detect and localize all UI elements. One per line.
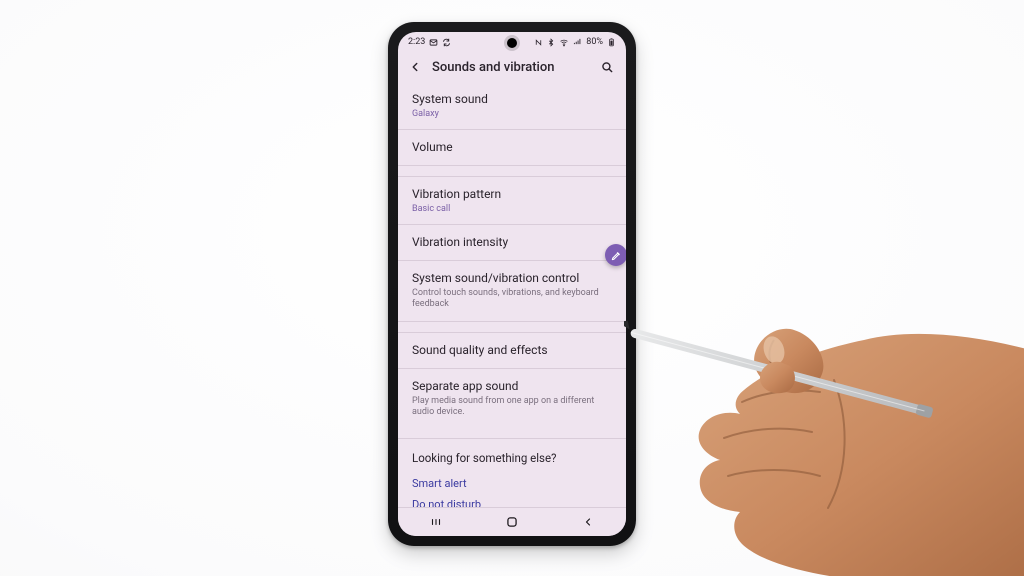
footer-more-settings: Looking for something else? Smart alert … [398, 439, 626, 508]
phone-frame: 2:23 [388, 22, 636, 546]
link-do-not-disturb[interactable]: Do not disturb [412, 494, 612, 508]
app-bar: Sounds and vibration [398, 52, 626, 86]
battery-icon [607, 38, 616, 47]
row-system-sound[interactable]: System sound Galaxy [398, 82, 626, 130]
navigation-bar [398, 507, 626, 536]
row-vibration-pattern[interactable]: Vibration pattern Basic call [398, 177, 626, 225]
bluetooth-icon [547, 38, 555, 47]
row-vibration-intensity[interactable]: Vibration intensity [398, 225, 626, 261]
row-description: Control touch sounds, vibrations, and ke… [412, 288, 612, 311]
row-system-sound-vibration-control[interactable]: System sound/vibration control Control t… [398, 261, 626, 322]
wifi-icon [559, 38, 569, 47]
link-smart-alert[interactable]: Smart alert [412, 473, 612, 494]
hand-with-stylus [624, 270, 1024, 576]
section-gap [398, 166, 626, 177]
status-clock: 2:23 [408, 37, 425, 47]
row-subtitle: Basic call [412, 204, 612, 214]
row-subtitle: Galaxy [412, 109, 612, 119]
nav-back-button[interactable] [574, 508, 602, 536]
nav-recents-button[interactable] [422, 508, 450, 536]
row-label: System sound [412, 92, 612, 107]
spen-air-command-fab[interactable] [605, 244, 626, 266]
settings-list[interactable]: System sound Galaxy Volume Vibration pat… [398, 82, 626, 508]
row-label: Volume [412, 140, 612, 155]
nfc-icon [534, 38, 543, 47]
row-description: Play media sound from one app on a diffe… [412, 396, 612, 419]
row-volume[interactable]: Volume [398, 130, 626, 166]
signal-icon [573, 38, 582, 47]
message-icon [429, 38, 438, 47]
search-button[interactable] [598, 58, 616, 76]
row-label: Vibration intensity [412, 235, 612, 250]
battery-percent: 80% [586, 37, 603, 47]
section-gap [398, 428, 626, 439]
sync-icon [442, 38, 451, 47]
back-button[interactable] [406, 58, 424, 76]
row-label: Vibration pattern [412, 187, 612, 202]
screen: 2:23 [398, 32, 626, 536]
row-sound-quality-effects[interactable]: Sound quality and effects [398, 333, 626, 369]
row-label: System sound/vibration control [412, 271, 612, 286]
page-title: Sounds and vibration [432, 60, 590, 75]
section-gap [398, 322, 626, 333]
nav-home-button[interactable] [498, 508, 526, 536]
row-label: Separate app sound [412, 379, 612, 394]
row-label: Sound quality and effects [412, 343, 612, 358]
row-separate-app-sound[interactable]: Separate app sound Play media sound from… [398, 369, 626, 429]
front-camera-hole [507, 38, 517, 48]
footer-hint: Looking for something else? [412, 451, 612, 465]
